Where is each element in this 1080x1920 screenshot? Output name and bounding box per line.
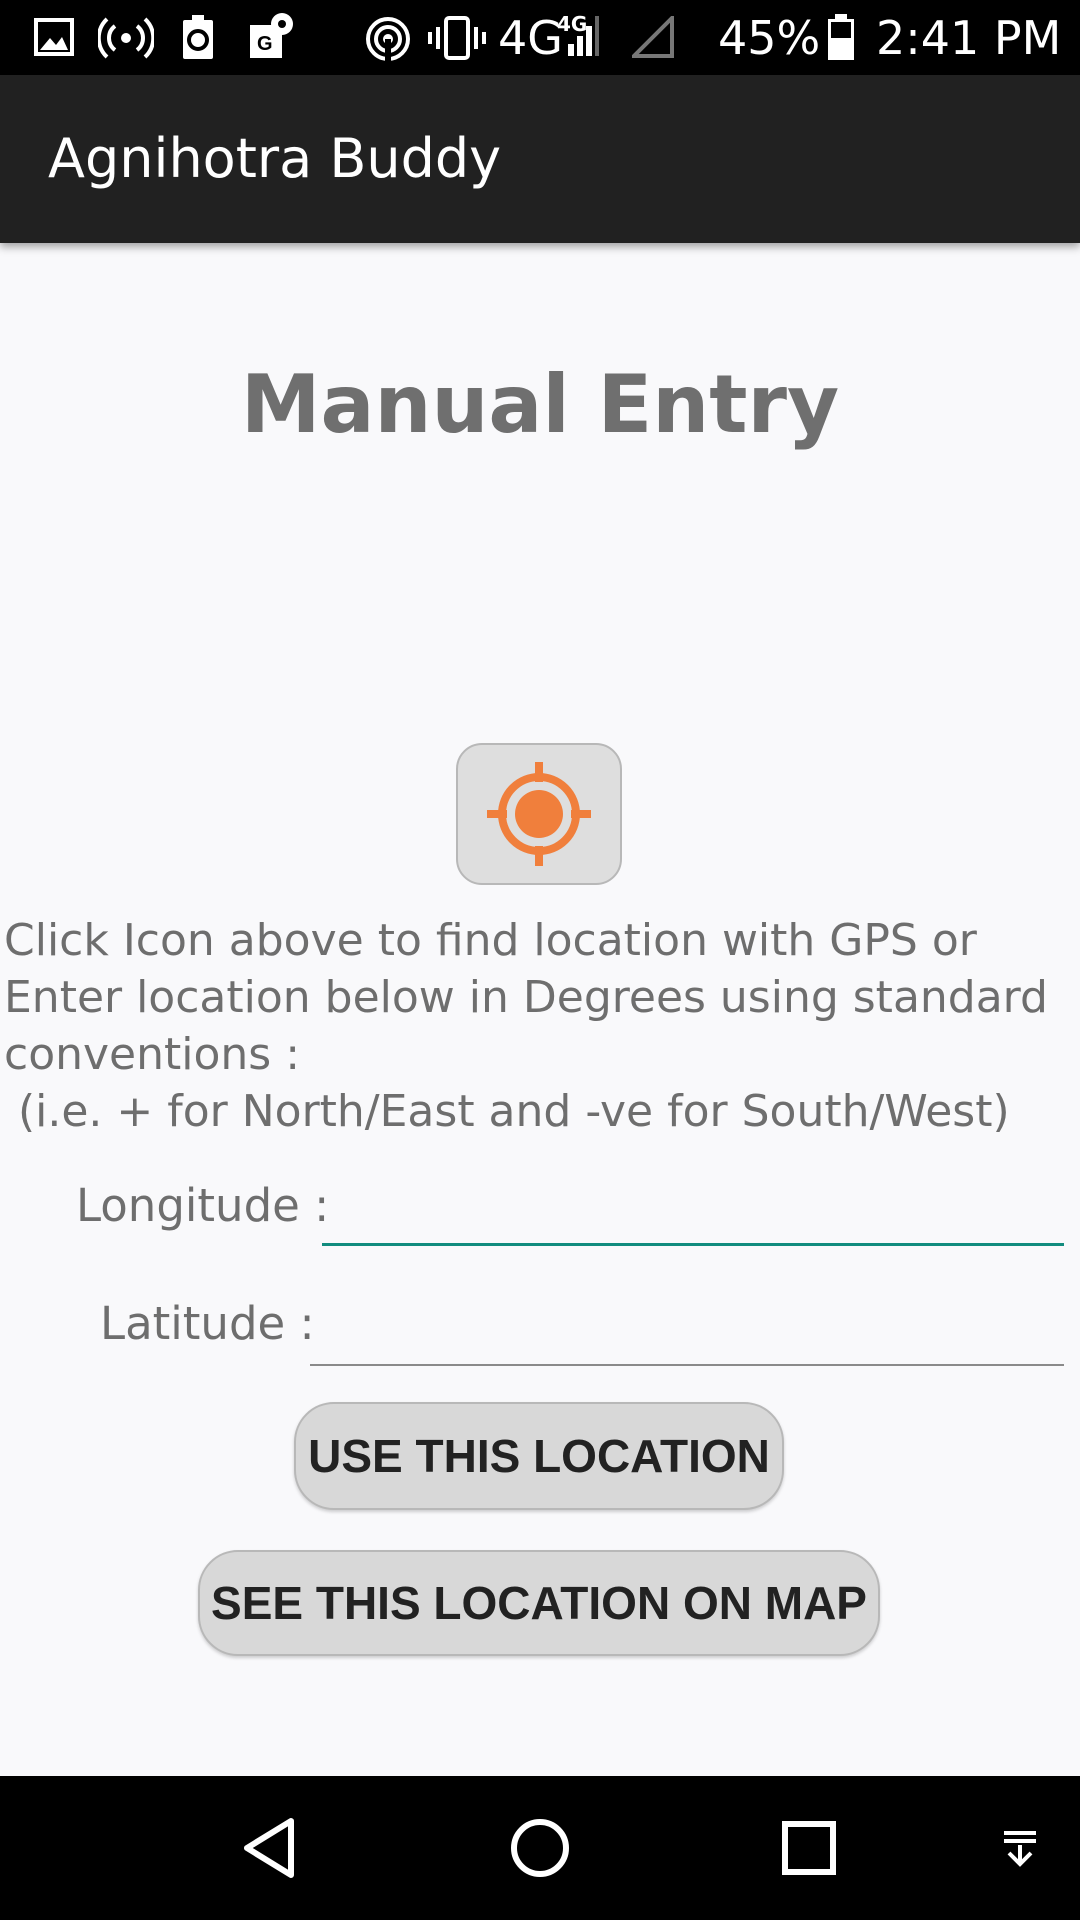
maps-icon: G bbox=[250, 13, 293, 58]
longitude-label: Longitude : bbox=[76, 1179, 330, 1232]
page-title: Manual Entry bbox=[240, 358, 840, 451]
app-bar: Agnihotra Buddy bbox=[0, 75, 1080, 243]
instructions-line: conventions : bbox=[4, 1029, 301, 1080]
cast-icon bbox=[366, 17, 410, 61]
latitude-input[interactable] bbox=[310, 1298, 1064, 1366]
gps-target-icon bbox=[487, 762, 591, 866]
home-icon[interactable] bbox=[505, 1813, 575, 1883]
instructions-line: Enter location below in Degrees using st… bbox=[4, 972, 1048, 1023]
hotspot-icon bbox=[98, 17, 154, 59]
vibrate-icon bbox=[428, 16, 486, 60]
gps-locate-button[interactable] bbox=[456, 743, 622, 885]
battery-icon bbox=[828, 14, 854, 60]
no-signal-icon bbox=[632, 16, 674, 58]
longitude-input[interactable] bbox=[322, 1180, 1064, 1246]
recents-icon[interactable] bbox=[774, 1813, 844, 1883]
battery-saver-icon bbox=[183, 15, 213, 59]
gallery-icon bbox=[34, 18, 74, 56]
instructions-line: Click Icon above to find location with G… bbox=[4, 915, 977, 966]
instructions-line: (i.e. + for North/East and -ve for South… bbox=[4, 1086, 1010, 1137]
network-type: 4G bbox=[498, 11, 563, 65]
instructions-text: Click Icon above to find location with G… bbox=[4, 912, 1074, 1140]
battery-percent: 45% bbox=[718, 11, 821, 65]
latitude-label: Latitude : bbox=[100, 1297, 315, 1350]
see-location-on-map-button[interactable]: SEE THIS LOCATION ON MAP bbox=[198, 1550, 880, 1656]
app-title: Agnihotra Buddy bbox=[48, 127, 502, 190]
navigation-bar bbox=[0, 1776, 1080, 1920]
use-this-location-button[interactable]: USE THIS LOCATION bbox=[294, 1402, 784, 1510]
status-bar: G 4G 4G 45% 2:41 PM bbox=[0, 0, 1080, 75]
svg-text:G: G bbox=[257, 33, 273, 55]
back-icon[interactable] bbox=[235, 1813, 305, 1883]
clock: 2:41 PM bbox=[876, 11, 1062, 65]
signal-icon bbox=[568, 16, 599, 56]
notifications-down-icon[interactable] bbox=[995, 1823, 1045, 1873]
